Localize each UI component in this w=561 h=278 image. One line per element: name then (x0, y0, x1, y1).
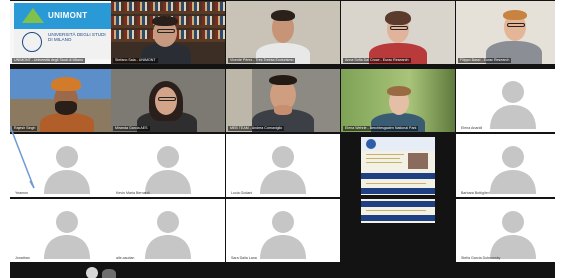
shared-document (361, 199, 435, 223)
person-silhouette-icon (490, 146, 536, 194)
participant-name: Stefano Sala - UNIMONT (113, 58, 158, 63)
participant-tile[interactable]: MEB TEAM - Andrea Cornaviglio (226, 69, 340, 132)
participant-name: Lucia Godani (231, 191, 253, 196)
participant-name: Vicente Pérez - Tres Treinta Ecoturismo (228, 58, 296, 63)
participant-tile-shared-document[interactable] (341, 199, 455, 262)
participant-tile[interactable]: Elena Anaridi (456, 69, 555, 132)
participant-name: MEB TEAM - Andrea Cornaviglio (228, 126, 285, 131)
participant-name: Filippo Bassi - Eurac Research (458, 58, 512, 63)
participant-tile[interactable]: Sara Dalla Lana (226, 199, 340, 262)
participant-tile[interactable]: Miranda Garcia AES (111, 69, 225, 132)
pointer-arrow-icon (10, 126, 35, 189)
participant-tile[interactable]: Filippo Bassi - Eurac Research (456, 1, 555, 64)
unimont-logo-text: UNIMONT (48, 11, 88, 20)
university-seal-icon (22, 32, 42, 52)
person-silhouette-icon (145, 146, 191, 194)
participant-tile[interactable]: Stefano Sala - UNIMONT (111, 1, 225, 64)
shared-document (361, 137, 435, 195)
participant-tile[interactable]: Lucia Godani (226, 134, 340, 197)
next-row-strip (10, 264, 555, 278)
person-silhouette-icon (260, 211, 306, 259)
person-silhouette-icon (260, 146, 306, 194)
participant-tile[interactable]: Vicente Pérez - Tres Treinta Ecoturismo (226, 1, 340, 64)
participant-name: UNIMONT - Università degli Studi di Mila… (12, 58, 86, 63)
participant-tile[interactable]: Anna Sofia Dal Croce - Eurac Research (341, 1, 455, 64)
participant-tile-unimont[interactable]: UNIMONT UNIVERSITÀ DEGLI STUDI DI MILANO… (10, 1, 124, 64)
university-name: UNIVERSITÀ DEGLI STUDI DI MILANO (48, 32, 106, 43)
person-silhouette-icon (490, 211, 536, 259)
participant-tile[interactable]: Jonathan (10, 199, 124, 262)
person-silhouette-icon (44, 146, 90, 194)
avatar (102, 269, 116, 278)
university-logo: UNIVERSITÀ DEGLI STUDI DI MILANO (14, 29, 118, 59)
participant-tile[interactable]: Rajesh Singh (10, 69, 124, 132)
participant-name: Anna Sofia Dal Croce - Eurac Research (343, 58, 411, 63)
zoom-gallery-view: UNIMONT UNIVERSITÀ DEGLI STUDI DI MILANO… (10, 0, 555, 278)
person-silhouette-icon (44, 211, 90, 259)
participant-tile[interactable]: Barbara Bottiglieri (456, 134, 555, 197)
unimont-logo: UNIMONT (14, 3, 118, 29)
participant-tile[interactable]: Elena Wehrle - Berchtesgaden National Pa… (341, 69, 455, 132)
participant-name: Barbara Bottiglieri (461, 191, 490, 196)
participant-name: alle.caudan (116, 256, 135, 261)
participant-name: Elena Wehrle - Berchtesgaden National Pa… (343, 126, 419, 131)
seal-icon (366, 139, 376, 149)
participant-tile[interactable]: alle.caudan (111, 199, 225, 262)
person-silhouette-icon (490, 81, 536, 129)
participant-name: Elena Anaridi (461, 126, 483, 131)
participant-name: Kevin Maria Bernardi (116, 191, 150, 196)
participant-tile[interactable]: Kevin Maria Bernardi (111, 134, 225, 197)
participant-tile-shared-document[interactable] (341, 134, 455, 197)
participant-name: Sara Dalla Lana (231, 256, 257, 261)
participant-tile[interactable]: Stella Garcia Dubrowsky (456, 199, 555, 262)
participant-name: Jonathan (15, 256, 30, 261)
photo-thumbnail (408, 153, 428, 169)
participant-name: Miranda Garcia AES (113, 126, 150, 131)
seal-icon (86, 267, 98, 278)
person-silhouette-icon (145, 211, 191, 259)
participant-name: Stella Garcia Dubrowsky (461, 256, 501, 261)
